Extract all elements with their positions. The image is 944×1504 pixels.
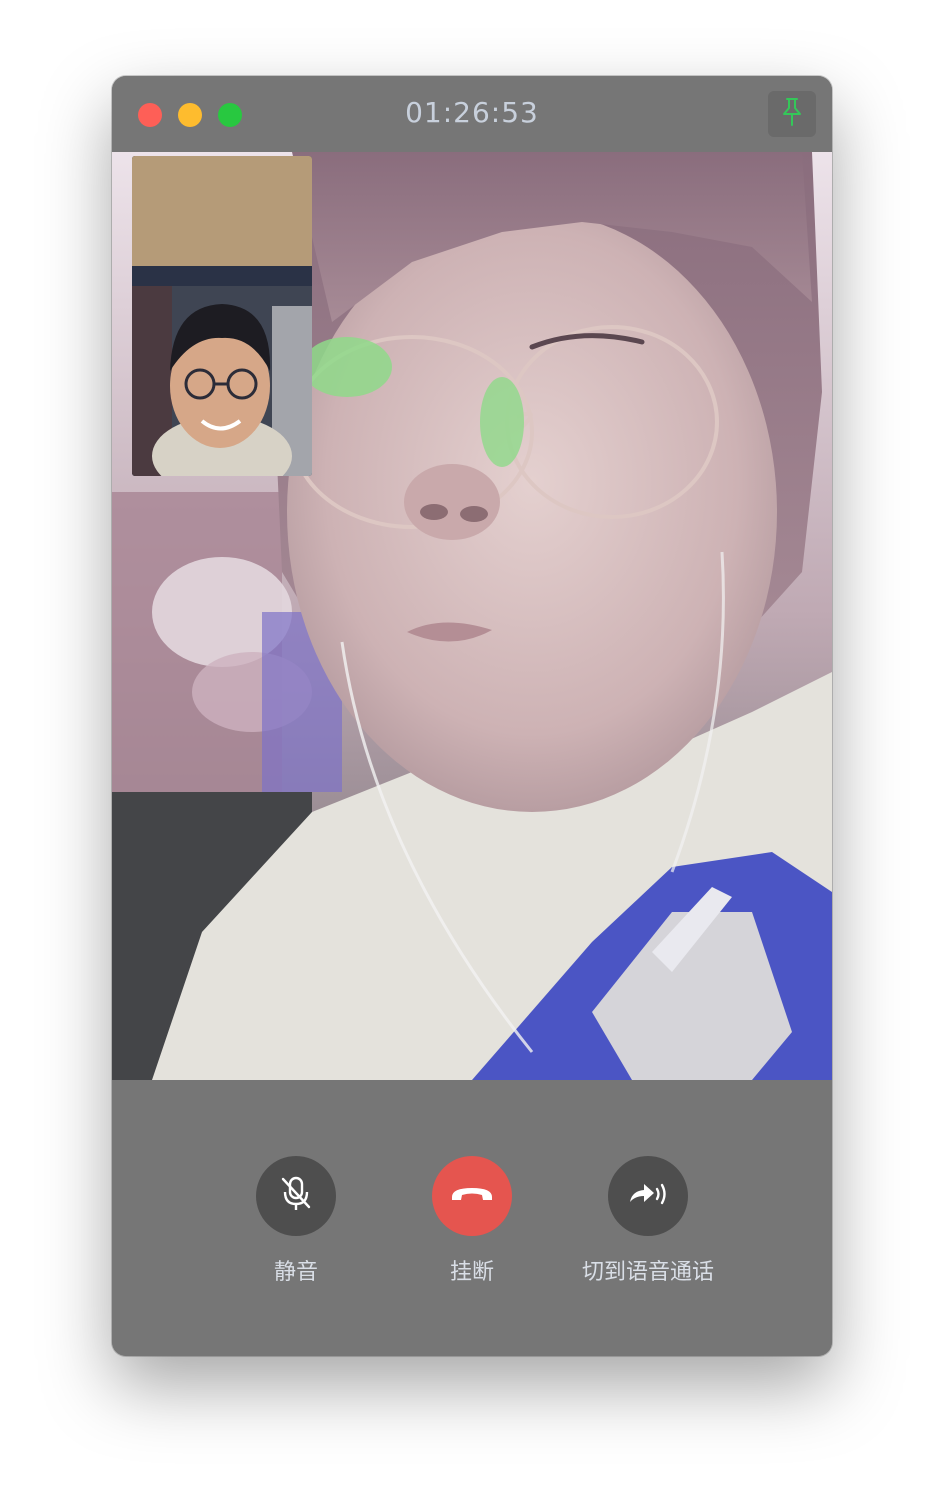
title-bar: 01:26:53 [112,76,832,152]
phone-hangup-icon [449,1184,495,1208]
self-view-video[interactable] [132,156,312,476]
switch-audio-control: 切到语音通话 [558,1156,738,1286]
mute-button[interactable] [256,1156,336,1236]
pin-window-button[interactable] [768,91,816,137]
call-timer: 01:26:53 [405,96,539,129]
pin-icon [779,97,805,131]
hangup-label: 挂断 [449,1260,494,1285]
hangup-control: 挂断 [382,1156,562,1286]
switch-audio-button[interactable] [608,1156,688,1236]
microphone-off-icon [279,1175,313,1217]
mute-label: 静音 [273,1260,318,1285]
self-view-frame [132,156,312,476]
switch-audio-label: 切到语音通话 [581,1260,714,1285]
mute-control: 静音 [206,1156,386,1286]
switch-to-voice-icon [626,1178,670,1214]
video-call-window: 01:26:53 静音 挂断 切到语音通话 [112,76,832,1356]
hangup-button[interactable] [432,1156,512,1236]
remote-video [112,152,832,1080]
call-controls: 静音 挂断 切到语音通话 [112,1080,832,1356]
